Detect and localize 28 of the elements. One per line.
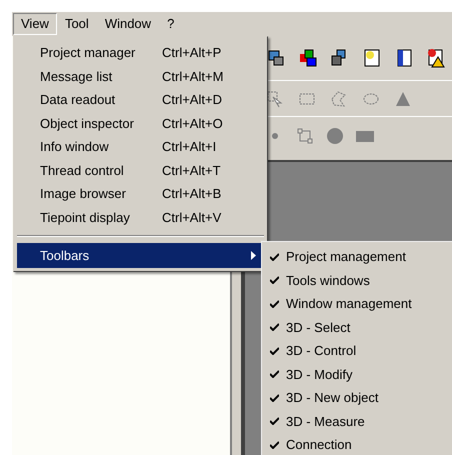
menu-item[interactable]: Message list Ctrl+Alt+M <box>17 64 264 88</box>
menu-item[interactable]: Toolbars <box>17 243 264 268</box>
menu-item[interactable]: Tools windows <box>270 268 452 292</box>
menu-item[interactable]: Object inspector Ctrl+Alt+O <box>17 112 264 135</box>
menu-item[interactable]: Image browser Ctrl+Alt+B <box>17 182 264 206</box>
menu-item[interactable]: Tiepoint display Ctrl+Alt+V <box>17 206 264 229</box>
menu-item[interactable]: Connection <box>270 433 452 455</box>
menu-item[interactable]: Project manager Ctrl+Alt+P <box>17 41 264 64</box>
warning-icon[interactable] <box>426 48 446 68</box>
menu-item[interactable]: 3D - Control <box>270 339 452 362</box>
menu-item[interactable]: Project management <box>270 245 452 268</box>
menu-bar-item[interactable]: Tool <box>56 13 97 35</box>
document-icon[interactable] <box>362 48 382 68</box>
menu-item[interactable]: 3D - New object <box>270 386 452 410</box>
menu-item[interactable]: Data readout Ctrl+Alt+D <box>17 88 264 112</box>
submenu-arrow-icon <box>251 251 256 260</box>
menu-item[interactable]: Thread control Ctrl+Alt+T <box>17 158 264 182</box>
menu-bar-item[interactable]: View <box>13 13 57 35</box>
selection-cursor-icon[interactable] <box>265 88 285 108</box>
menu-item[interactable]: Window management <box>270 292 452 316</box>
menu-bar-item[interactable]: Window <box>96 13 160 35</box>
circle-icon[interactable] <box>325 126 345 146</box>
menu-item[interactable]: 3D - Modify <box>270 362 452 386</box>
menu-item[interactable]: 3D - Select <box>270 316 452 339</box>
menu-item[interactable]: 3D - Measure <box>270 410 452 433</box>
menu-bar-item[interactable]: ? <box>159 13 182 35</box>
node-graph-icon[interactable] <box>295 126 315 146</box>
menu-item[interactable]: Info window Ctrl+Alt+I <box>17 135 264 158</box>
